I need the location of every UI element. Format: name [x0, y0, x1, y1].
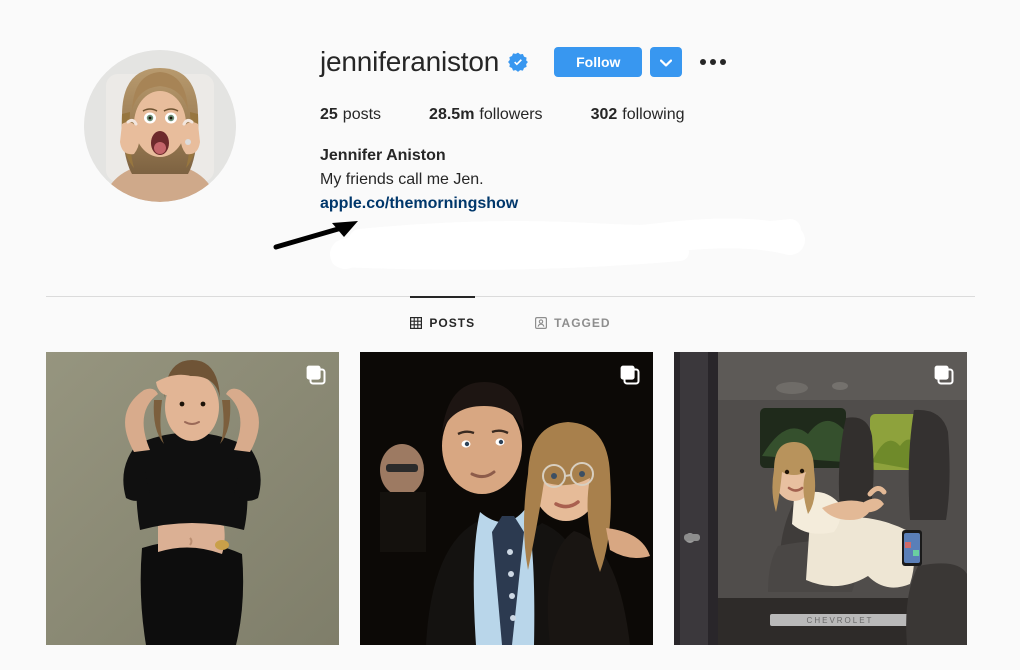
- stat-value: 28.5m: [429, 106, 475, 123]
- tagged-person-icon: [535, 317, 548, 329]
- stat-value: 302: [590, 106, 618, 123]
- avatar-column: [0, 40, 320, 202]
- stat-followers[interactable]: 28.5m followers: [429, 103, 543, 127]
- posts-grid: CHEVROLET: [46, 352, 975, 645]
- stat-value: 25: [320, 106, 338, 123]
- tab-label: TAGGED: [554, 316, 611, 330]
- tab-tagged[interactable]: TAGGED: [535, 296, 610, 348]
- more-options-icon: [700, 59, 707, 65]
- page-title: jenniferaniston: [320, 46, 500, 77]
- bio-description: My friends call me Jen.: [320, 171, 484, 188]
- stat-label: posts: [342, 106, 382, 123]
- more-options-icon: [720, 59, 727, 65]
- username-row: jenniferaniston Follow: [320, 40, 980, 84]
- post-image-2: [360, 352, 653, 645]
- bio-full-name: Jennifer Aniston: [320, 147, 446, 164]
- profile-header: jenniferaniston Follow 25 posts 28.5m fo…: [0, 40, 1020, 216]
- verified-badge-icon: [508, 52, 529, 72]
- annotation-arrow: [273, 221, 358, 250]
- stat-label: followers: [479, 106, 543, 123]
- avatar[interactable]: [84, 50, 236, 202]
- profile-info-column: jenniferaniston Follow 25 posts 28.5m fo…: [320, 40, 1020, 216]
- post-image-3: CHEVROLET: [674, 352, 967, 645]
- post-tile-2[interactable]: [360, 352, 653, 645]
- stat-following[interactable]: 302 following: [591, 103, 685, 127]
- profile-bio: Jennifer Aniston My friends call me Jen.…: [320, 144, 980, 216]
- tab-posts[interactable]: POSTS: [410, 296, 476, 348]
- instagram-profile-page: jenniferaniston Follow 25 posts 28.5m fo…: [0, 0, 1020, 670]
- more-options-button[interactable]: [696, 53, 730, 71]
- grid-icon: [410, 317, 423, 329]
- follow-button[interactable]: Follow: [554, 47, 643, 77]
- stat-posts[interactable]: 25 posts: [320, 103, 381, 127]
- post-tile-3[interactable]: CHEVROLET: [674, 352, 967, 645]
- chevron-down-icon: [660, 55, 673, 70]
- stat-label: following: [622, 106, 685, 123]
- follow-dropdown-button[interactable]: [650, 47, 683, 77]
- profile-stats: 25 posts 28.5m followers 302 following: [320, 103, 980, 127]
- post-image-1: [46, 352, 339, 645]
- profile-avatar-image: [84, 50, 236, 202]
- more-options-icon: [710, 59, 717, 65]
- post-tile-1[interactable]: [46, 352, 339, 645]
- profile-tabs: POSTS TAGGED: [46, 296, 975, 348]
- redaction-brush-stroke: [330, 218, 805, 270]
- tab-label: POSTS: [429, 316, 476, 330]
- bio-external-link[interactable]: apple.co/themorningshow: [320, 192, 518, 216]
- svg-text:CHEVROLET: CHEVROLET: [807, 616, 874, 625]
